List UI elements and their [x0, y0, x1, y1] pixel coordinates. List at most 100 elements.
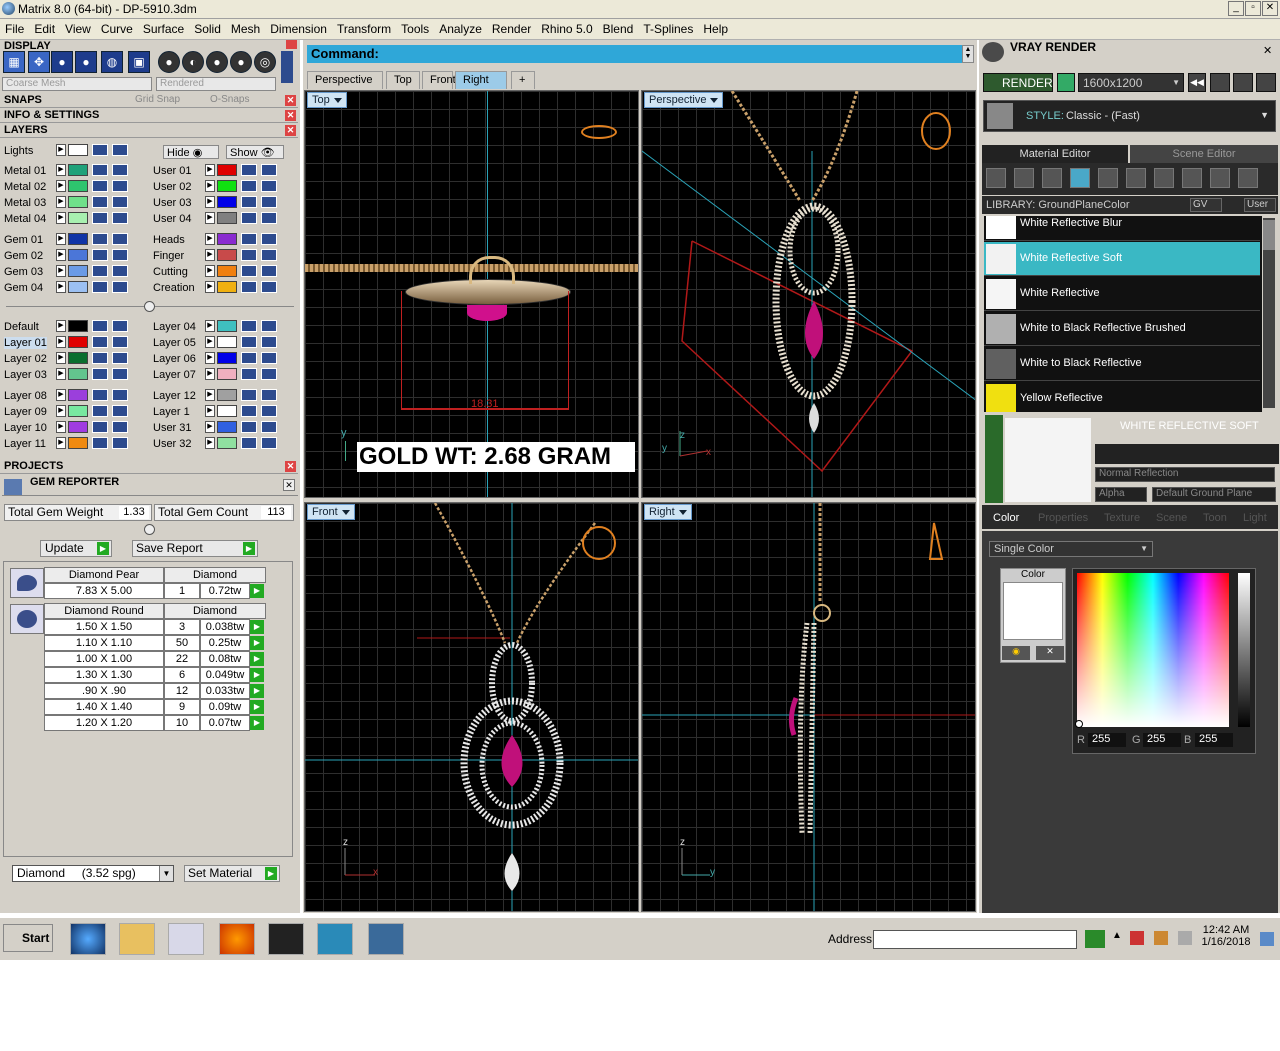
collapse-left-icon[interactable]: [985, 415, 1003, 503]
layer-color-swatch[interactable]: [68, 265, 88, 277]
visibility-icon[interactable]: [261, 437, 277, 449]
layer-row[interactable]: User 02 ▶: [153, 180, 291, 195]
gv-toggle[interactable]: GV: [1190, 198, 1222, 212]
lock-icon[interactable]: [241, 281, 257, 293]
hide-button[interactable]: Hide ◉: [163, 145, 219, 159]
layer-color-swatch[interactable]: [68, 196, 88, 208]
layer-row[interactable]: Layer 02 ▶: [4, 352, 142, 367]
arrow-icon[interactable]: ▶: [205, 336, 215, 348]
layer-color-swatch[interactable]: [217, 421, 237, 433]
arrow-icon[interactable]: ▶: [56, 164, 66, 176]
visibility-icon[interactable]: [261, 405, 277, 417]
command-scroll[interactable]: ▲ ▼: [962, 45, 974, 63]
lock-icon[interactable]: [92, 421, 108, 433]
menu-item[interactable]: Solid: [189, 19, 226, 39]
lock-icon[interactable]: [241, 196, 257, 208]
lights-color[interactable]: [68, 144, 88, 156]
layer-row[interactable]: Gem 01 ▶: [4, 233, 142, 248]
layer-color-swatch[interactable]: [68, 389, 88, 401]
tab-material-editor[interactable]: Material Editor: [982, 145, 1128, 163]
render-button[interactable]: RENDER: [983, 73, 1053, 92]
lock-icon[interactable]: [241, 249, 257, 261]
visibility-icon[interactable]: [112, 389, 128, 401]
user-toggle[interactable]: User: [1244, 198, 1276, 212]
material-item[interactable]: Yellow Reflective: [984, 382, 1260, 412]
close-icon[interactable]: ✕: [285, 110, 296, 121]
layer-row[interactable]: Layer 11 ▶: [4, 437, 142, 452]
visibility-icon[interactable]: [112, 144, 128, 156]
tab-viewport[interactable]: Top: [386, 71, 420, 89]
collapse-icon[interactable]: [144, 301, 155, 312]
lock-icon[interactable]: [241, 320, 257, 332]
volume-icon[interactable]: [1178, 931, 1192, 945]
lock-icon[interactable]: [92, 212, 108, 224]
layer-row[interactable]: Layer 12 ▶: [153, 389, 291, 404]
visibility-icon[interactable]: [112, 281, 128, 293]
layer-row[interactable]: Metal 02 ▶: [4, 180, 142, 195]
internet-explorer-icon[interactable]: [70, 923, 106, 955]
lock-icon[interactable]: [241, 389, 257, 401]
menu-item[interactable]: Transform: [332, 19, 396, 39]
visibility-icon[interactable]: [261, 212, 277, 224]
grid-icon[interactable]: [1256, 73, 1276, 92]
visibility-icon[interactable]: [112, 233, 128, 245]
reflect-icon[interactable]: ◎: [254, 51, 276, 73]
layer-color-swatch[interactable]: [217, 405, 237, 417]
menu-item[interactable]: T-Splines: [638, 19, 698, 39]
visibility-icon[interactable]: [112, 249, 128, 261]
arrow-icon[interactable]: ▶: [56, 336, 66, 348]
matrix-icon[interactable]: [317, 923, 353, 955]
resolution-select[interactable]: 1600x1200 ▼: [1078, 73, 1184, 92]
layer-row[interactable]: Layer 07 ▶: [153, 368, 291, 383]
visibility-icon[interactable]: [112, 180, 128, 192]
material-item[interactable]: White Reflective Soft: [984, 242, 1260, 276]
menu-item[interactable]: Tools: [396, 19, 434, 39]
play-icon[interactable]: ▶: [250, 584, 264, 598]
update-button[interactable]: Update ▶: [40, 540, 112, 557]
layer-row[interactable]: Heads ▶: [153, 233, 291, 248]
menu-item[interactable]: Curve: [96, 19, 138, 39]
arrow-icon[interactable]: ▶: [56, 352, 66, 364]
material-item[interactable]: White Reflective: [984, 277, 1260, 311]
projects-header[interactable]: PROJECTS ✕: [0, 460, 298, 474]
lock-icon[interactable]: [92, 265, 108, 277]
lock-icon[interactable]: [241, 212, 257, 224]
pattern-icon[interactable]: [1154, 168, 1174, 188]
minimize-button[interactable]: _: [1228, 1, 1244, 16]
color-mode-select[interactable]: Single Color ▼: [989, 541, 1153, 557]
lock-icon[interactable]: [92, 389, 108, 401]
settings-icon[interactable]: [1210, 73, 1230, 92]
layer-row[interactable]: User 03 ▶: [153, 196, 291, 211]
gold-icon[interactable]: ●: [230, 51, 252, 73]
material-select[interactable]: Diamond (3.52 spg) ▼: [12, 865, 174, 882]
layer-color-swatch[interactable]: [217, 249, 237, 261]
layer-row[interactable]: Metal 03 ▶: [4, 196, 142, 211]
arrow-icon[interactable]: ▶: [56, 389, 66, 401]
alpha-toggle[interactable]: Alpha: [1095, 487, 1147, 502]
arrow-icon[interactable]: ▶: [56, 265, 66, 277]
clock[interactable]: 12:42 AM 1/16/2018: [1200, 924, 1252, 948]
layer-row[interactable]: Layer 09 ▶: [4, 405, 142, 420]
play-icon[interactable]: ▶: [250, 684, 264, 698]
mesh-quality-select[interactable]: Coarse Mesh: [2, 77, 152, 91]
layer-row[interactable]: Layer 04 ▶: [153, 320, 291, 335]
lock-icon[interactable]: [92, 352, 108, 364]
visibility-icon[interactable]: [261, 320, 277, 332]
grid-snap-toggle[interactable]: Grid Snap: [135, 94, 180, 105]
chevron-down-icon[interactable]: ▼: [159, 866, 173, 881]
texture-icon[interactable]: [1126, 168, 1146, 188]
arrow-icon[interactable]: ▶: [205, 437, 215, 449]
arrow-icon[interactable]: ▶: [56, 421, 66, 433]
menu-item[interactable]: Help: [698, 19, 733, 39]
grid-icon[interactable]: ▦: [3, 51, 25, 73]
lock-icon[interactable]: [241, 352, 257, 364]
menu-item[interactable]: Surface: [138, 19, 189, 39]
arrow-icon[interactable]: ▶: [205, 320, 215, 332]
lock-icon[interactable]: [241, 421, 257, 433]
arrow-icon[interactable]: ▶: [205, 352, 215, 364]
viewport-front[interactable]: Front z x: [304, 502, 639, 912]
layer-color-swatch[interactable]: [217, 320, 237, 332]
layer-color-swatch[interactable]: [217, 196, 237, 208]
visibility-icon[interactable]: [112, 405, 128, 417]
arrow-icon[interactable]: ▶: [205, 389, 215, 401]
